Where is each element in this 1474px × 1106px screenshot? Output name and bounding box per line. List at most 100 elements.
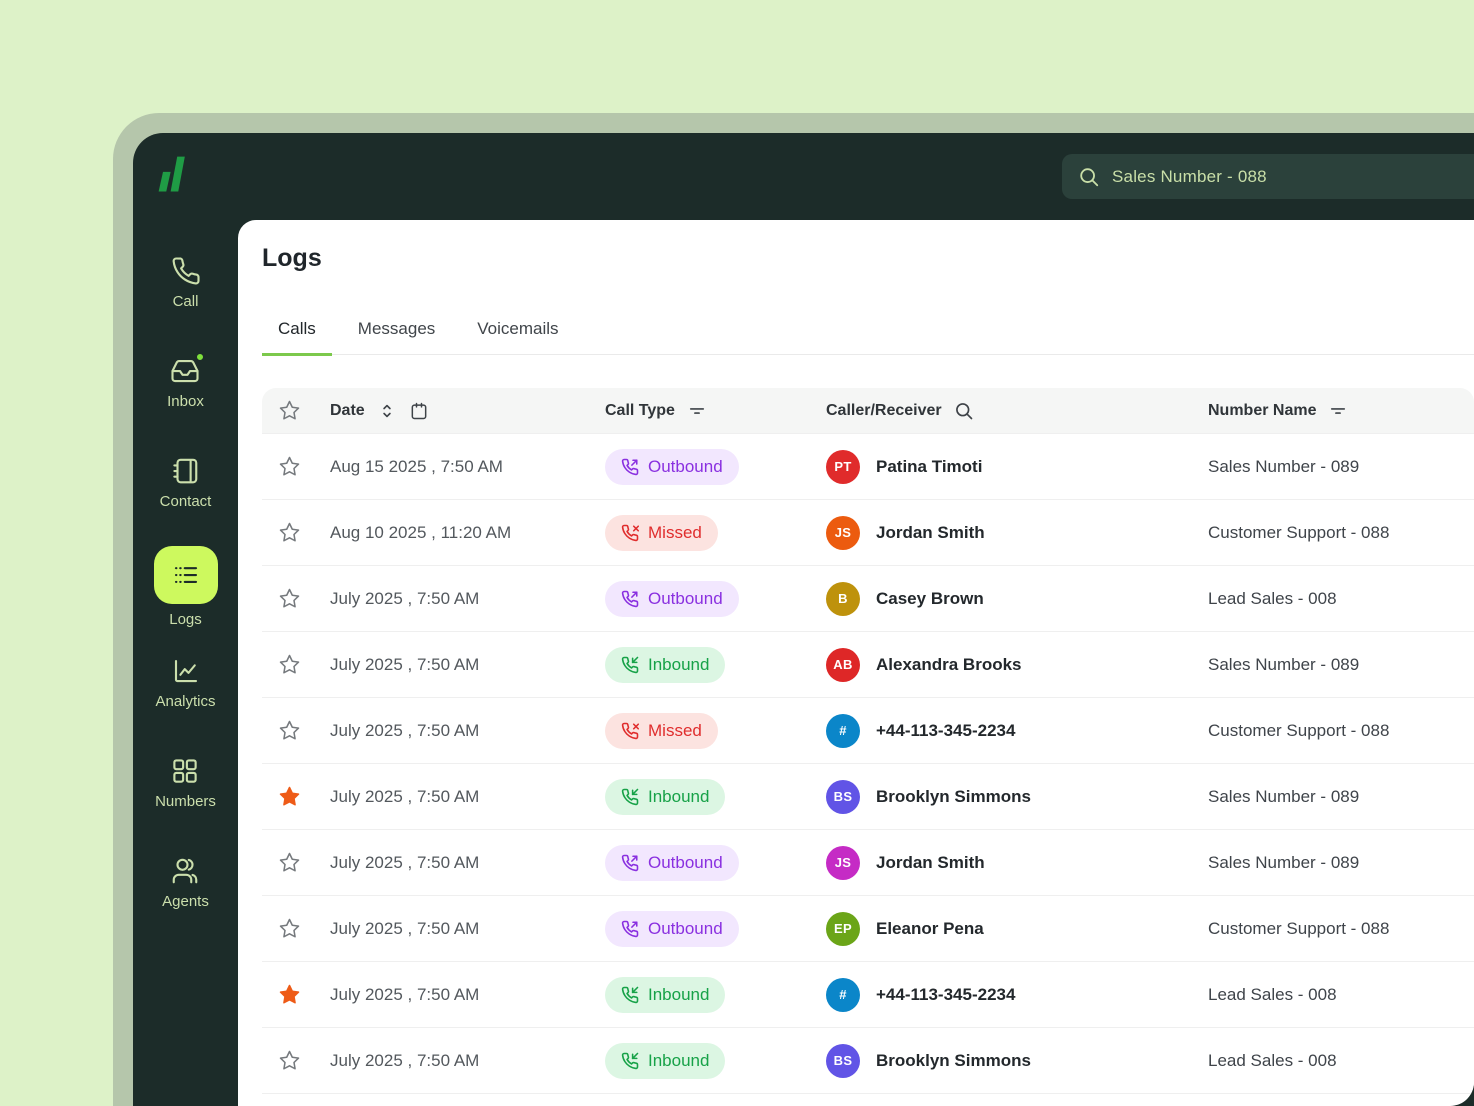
- tab-calls[interactable]: Calls: [262, 319, 332, 356]
- search-icon[interactable]: [954, 401, 974, 421]
- avatar: BS: [826, 1044, 860, 1078]
- sidebar-item-label: Contact: [160, 493, 212, 510]
- number-name: Lead Sales - 008: [1208, 985, 1474, 1005]
- sidebar-item-inbox[interactable]: Inbox: [167, 356, 204, 410]
- number-name-column-label: Number Name: [1208, 402, 1316, 420]
- call-type-badge: Missed: [605, 713, 718, 749]
- caller-name: Casey Brown: [876, 589, 984, 609]
- sidebar-item-agents[interactable]: Agents: [162, 856, 209, 910]
- call-type-column-label: Call Type: [605, 402, 675, 420]
- star-icon[interactable]: [278, 851, 301, 874]
- number-name: Lead Sales - 008: [1208, 1051, 1474, 1071]
- call-date: July 2025 , 7:50 AM: [330, 853, 605, 873]
- notification-dot: [195, 352, 205, 362]
- sidebar-item-label: Analytics: [155, 693, 215, 710]
- call-type-badge: Outbound: [605, 449, 739, 485]
- logs-table: Date Call Type Caller/Receiver Number Na…: [262, 388, 1474, 1105]
- avatar: PT: [826, 450, 860, 484]
- star-icon[interactable]: [278, 983, 301, 1006]
- table-row[interactable]: July 2025 , 7:50 AM Inbound BS Brooklyn …: [262, 763, 1474, 829]
- sidebar-item-analytics[interactable]: Analytics: [155, 656, 215, 710]
- caller-name: Brooklyn Simmons: [876, 787, 1031, 807]
- call-date: July 2025 , 7:50 AM: [330, 589, 605, 609]
- phone-incoming-icon: [621, 656, 639, 674]
- table-row[interactable]: July 2025 , 7:50 AM Inbound AB Alexandra…: [262, 631, 1474, 697]
- caller-receiver-column-label: Caller/Receiver: [826, 402, 942, 420]
- table-row[interactable]: July 2025 , 7:50 AM Outbound EP Eleanor …: [262, 895, 1474, 961]
- call-date: July 2025 , 7:50 AM: [330, 721, 605, 741]
- phone-outgoing-icon: [621, 590, 639, 608]
- phone-missed-icon: [621, 722, 639, 740]
- date-column-label: Date: [330, 402, 365, 420]
- number-name: Sales Number - 089: [1208, 457, 1474, 477]
- call-type-badge: Inbound: [605, 1043, 725, 1079]
- avatar: #: [826, 714, 860, 748]
- sidebar-nav: Call Inbox Contact Logs Analytics Number…: [133, 220, 238, 1106]
- sidebar-item-label: Agents: [162, 893, 209, 910]
- table-row[interactable]: July 2025 , 7:50 AM Inbound BS Brooklyn …: [262, 1027, 1474, 1093]
- sidebar-item-numbers[interactable]: Numbers: [155, 756, 216, 810]
- avatar: JS: [826, 516, 860, 550]
- table-row[interactable]: July 2025 , 7:50 AM Inbound # +44-113-34…: [262, 961, 1474, 1027]
- avatar: BS: [826, 780, 860, 814]
- call-type-badge: Inbound: [605, 779, 725, 815]
- inbox-icon: [170, 356, 200, 386]
- phone-missed-icon: [621, 524, 639, 542]
- phone-outgoing-icon: [621, 854, 639, 872]
- call-date: July 2025 , 7:50 AM: [330, 655, 605, 675]
- caller-name: Brooklyn Simmons: [876, 1051, 1031, 1071]
- avatar: #: [826, 978, 860, 1012]
- caller-name: Eleanor Pena: [876, 919, 984, 939]
- caller-name: +44-113-345-2234: [876, 721, 1015, 741]
- sidebar-item-contact[interactable]: Contact: [160, 456, 212, 510]
- caller-name: Alexandra Brooks: [876, 655, 1022, 675]
- notebook-icon: [170, 456, 200, 486]
- number-search-select[interactable]: Sales Number - 088: [1062, 154, 1474, 199]
- call-type-badge: Outbound: [605, 581, 739, 617]
- call-type-badge: Inbound: [605, 647, 725, 683]
- star-icon[interactable]: [278, 917, 301, 940]
- call-date: July 2025 , 7:50 AM: [330, 985, 605, 1005]
- avatar: JS: [826, 846, 860, 880]
- star-icon[interactable]: [278, 1049, 301, 1072]
- caller-name: +44-113-345-2234: [876, 985, 1015, 1005]
- table-row[interactable]: Aug 10 2025 , 11:20 AM Missed JS Jordan …: [262, 499, 1474, 565]
- filter-icon[interactable]: [687, 401, 707, 421]
- grid-icon: [170, 756, 200, 786]
- calendar-icon[interactable]: [409, 401, 429, 421]
- tab-messages[interactable]: Messages: [342, 319, 451, 356]
- sidebar-item-call[interactable]: Call: [171, 256, 201, 310]
- table-header: Date Call Type Caller/Receiver Number Na…: [262, 388, 1474, 433]
- sidebar-item-label: Call: [173, 293, 199, 310]
- phone-incoming-icon: [621, 788, 639, 806]
- star-icon[interactable]: [278, 455, 301, 478]
- sort-icon[interactable]: [377, 401, 397, 421]
- tabs: Calls Messages Voicemails: [262, 319, 1474, 355]
- star-icon[interactable]: [278, 785, 301, 808]
- star-icon[interactable]: [278, 653, 301, 676]
- star-icon[interactable]: [278, 719, 301, 742]
- page-title: Logs: [262, 244, 1474, 273]
- call-date: July 2025 , 7:50 AM: [330, 787, 605, 807]
- table-row[interactable]: July 2025 , 7:50 AM Outbound JS Jordan S…: [262, 829, 1474, 895]
- call-type-badge: Outbound: [605, 911, 739, 947]
- star-icon[interactable]: [278, 521, 301, 544]
- sidebar-item-label: Inbox: [167, 393, 204, 410]
- filter-icon[interactable]: [1328, 401, 1348, 421]
- phone-incoming-icon: [621, 1052, 639, 1070]
- active-item-highlight: [154, 546, 218, 604]
- star-icon[interactable]: [278, 587, 301, 610]
- search-value: Sales Number - 088: [1112, 167, 1267, 187]
- call-date: Aug 15 2025 , 7:50 AM: [330, 457, 605, 477]
- table-row[interactable]: July 2025 , 7:50 AM Outbound B Casey Bro…: [262, 565, 1474, 631]
- partial-row: [262, 1093, 1474, 1105]
- phone-outgoing-icon: [621, 458, 639, 476]
- avatar: B: [826, 582, 860, 616]
- table-row[interactable]: July 2025 , 7:50 AM Missed # +44-113-345…: [262, 697, 1474, 763]
- avatar: EP: [826, 912, 860, 946]
- table-row[interactable]: Aug 15 2025 , 7:50 AM Outbound PT Patina…: [262, 433, 1474, 499]
- avatar: AB: [826, 648, 860, 682]
- tab-voicemails[interactable]: Voicemails: [461, 319, 574, 356]
- sidebar-item-logs[interactable]: Logs: [154, 546, 218, 628]
- call-type-badge: Outbound: [605, 845, 739, 881]
